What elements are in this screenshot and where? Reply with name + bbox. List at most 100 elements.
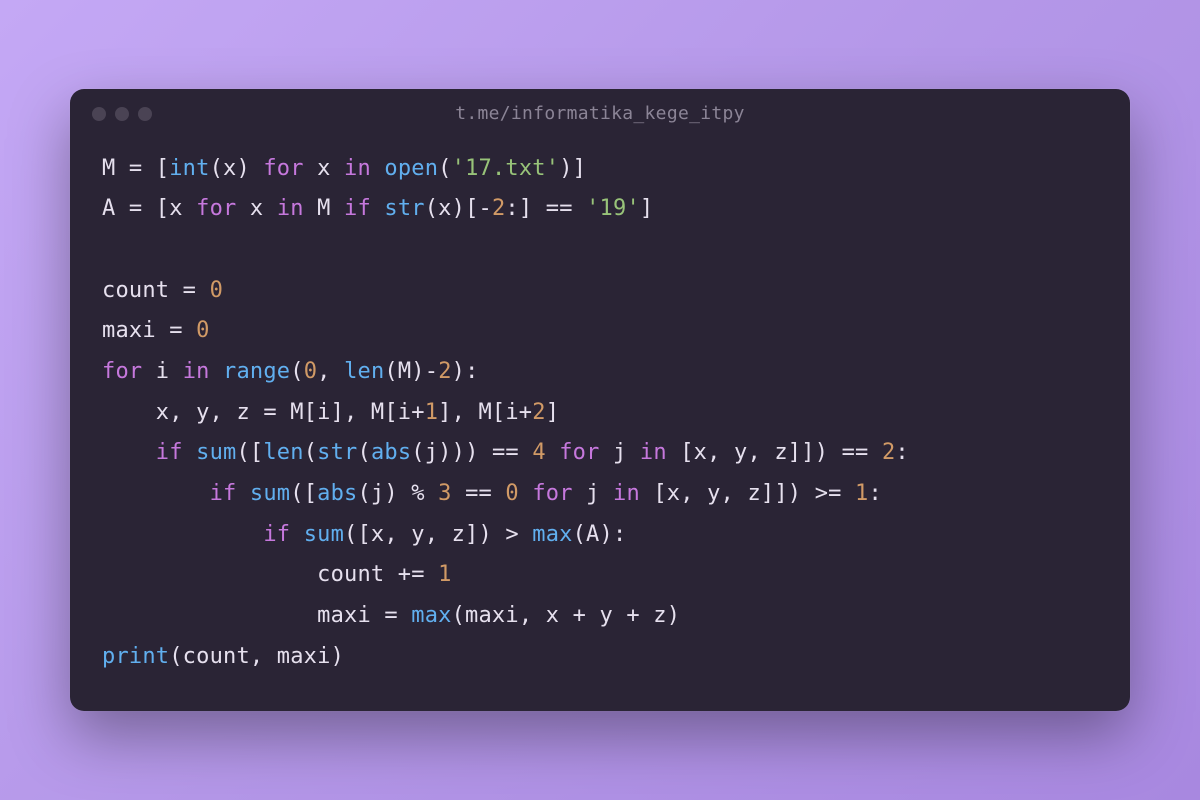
code-token: (x)[- bbox=[425, 196, 492, 221]
code-token bbox=[371, 156, 384, 181]
code-token: = bbox=[169, 318, 196, 343]
code-token: print bbox=[102, 644, 169, 669]
code-token: if bbox=[263, 522, 290, 547]
code-token: (count, maxi) bbox=[169, 644, 344, 669]
code-token: range bbox=[223, 359, 290, 384]
code-token: :] bbox=[505, 196, 545, 221]
code-token: in bbox=[640, 440, 667, 465]
traffic-lights bbox=[92, 107, 152, 121]
code-window: t.me/informatika_kege_itpy M = [int(x) f… bbox=[70, 89, 1130, 712]
code-token bbox=[102, 440, 156, 465]
code-token: in bbox=[344, 156, 371, 181]
code-token: : bbox=[868, 481, 881, 506]
code-block: M = [int(x) for x in open('17.txt')]A = … bbox=[70, 135, 1130, 712]
code-token: z) bbox=[653, 603, 680, 628]
code-token bbox=[290, 522, 303, 547]
window-title: t.me/informatika_kege_itpy bbox=[70, 103, 1130, 124]
code-token: if bbox=[344, 196, 371, 221]
code-token: maxi bbox=[102, 318, 169, 343]
code-token bbox=[210, 359, 223, 384]
code-token: + bbox=[626, 603, 653, 628]
code-line: print(count, maxi) bbox=[102, 637, 1098, 678]
code-token: >= bbox=[815, 481, 855, 506]
code-line: if sum([len(str(abs(j))) == 4 for j in [… bbox=[102, 433, 1098, 474]
code-token: x bbox=[236, 196, 276, 221]
code-token: A bbox=[102, 196, 129, 221]
code-line: for i in range(0, len(M)-2): bbox=[102, 352, 1098, 393]
code-token: = bbox=[183, 278, 210, 303]
code-token: x bbox=[304, 156, 344, 181]
code-token: abs bbox=[317, 481, 357, 506]
code-token: == bbox=[842, 440, 882, 465]
code-token: M[i], M[i+ bbox=[290, 400, 424, 425]
code-token: == bbox=[546, 196, 586, 221]
maximize-icon[interactable] bbox=[138, 107, 152, 121]
code-token: x, y, z bbox=[102, 400, 263, 425]
code-token: len bbox=[263, 440, 303, 465]
code-token: [ bbox=[156, 156, 169, 181]
code-line: count += 1 bbox=[102, 555, 1098, 596]
code-line: if sum([abs(j) % 3 == 0 for j in [x, y, … bbox=[102, 474, 1098, 515]
code-token: ( bbox=[304, 440, 317, 465]
code-token: 3 bbox=[438, 481, 451, 506]
code-token: ): bbox=[452, 359, 479, 384]
code-token: M bbox=[304, 196, 344, 221]
code-token: count bbox=[102, 278, 183, 303]
code-line: x, y, z = M[i], M[i+1], M[i+2] bbox=[102, 393, 1098, 434]
code-token: M bbox=[102, 156, 129, 181]
code-token: ] bbox=[640, 196, 653, 221]
code-token: [x, y, z]]) bbox=[667, 440, 842, 465]
code-token: ([x, y, z]) bbox=[344, 522, 505, 547]
code-token: sum bbox=[304, 522, 344, 547]
code-token: 0 bbox=[196, 318, 209, 343]
code-token: = bbox=[129, 156, 156, 181]
code-token: = bbox=[129, 196, 156, 221]
code-token: '19' bbox=[586, 196, 640, 221]
code-token: len bbox=[344, 359, 384, 384]
code-line: A = [x for x in M if str(x)[-2:] == '19'… bbox=[102, 189, 1098, 230]
code-token: ( bbox=[290, 359, 303, 384]
code-token: 2 bbox=[492, 196, 505, 221]
code-token: % bbox=[411, 481, 438, 506]
code-token bbox=[546, 440, 559, 465]
close-icon[interactable] bbox=[92, 107, 106, 121]
code-token bbox=[236, 481, 249, 506]
code-token bbox=[519, 481, 532, 506]
code-token: count bbox=[102, 562, 398, 587]
code-token: , bbox=[317, 359, 344, 384]
code-token bbox=[452, 481, 465, 506]
code-line: maxi = 0 bbox=[102, 311, 1098, 352]
code-line: maxi = max(maxi, x + y + z) bbox=[102, 596, 1098, 637]
code-token: sum bbox=[196, 440, 236, 465]
code-token: ([ bbox=[290, 481, 317, 506]
code-token: (j))) bbox=[411, 440, 492, 465]
code-token: max bbox=[411, 603, 451, 628]
code-token: + bbox=[573, 603, 600, 628]
code-token: for bbox=[196, 196, 236, 221]
code-token: 1 bbox=[438, 562, 451, 587]
code-line bbox=[102, 230, 1098, 271]
minimize-icon[interactable] bbox=[115, 107, 129, 121]
code-token: [x bbox=[156, 196, 196, 221]
code-token: ], M[i+ bbox=[438, 400, 532, 425]
titlebar: t.me/informatika_kege_itpy bbox=[70, 89, 1130, 135]
code-token: ([ bbox=[236, 440, 263, 465]
code-token: maxi bbox=[102, 603, 384, 628]
code-token: in bbox=[183, 359, 210, 384]
code-token: ] bbox=[546, 400, 559, 425]
code-token: == bbox=[465, 481, 505, 506]
code-token: 2 bbox=[882, 440, 895, 465]
code-token: : bbox=[895, 440, 908, 465]
code-token: open bbox=[384, 156, 438, 181]
code-token: str bbox=[317, 440, 357, 465]
code-token: 0 bbox=[304, 359, 317, 384]
code-line: count = 0 bbox=[102, 271, 1098, 312]
code-token: sum bbox=[250, 481, 290, 506]
code-token: i bbox=[142, 359, 182, 384]
code-token: abs bbox=[371, 440, 411, 465]
code-token: 1 bbox=[425, 400, 438, 425]
code-token: = bbox=[384, 603, 411, 628]
code-token: 0 bbox=[210, 278, 223, 303]
code-line: if sum([x, y, z]) > max(A): bbox=[102, 515, 1098, 556]
code-token: 2 bbox=[532, 400, 545, 425]
